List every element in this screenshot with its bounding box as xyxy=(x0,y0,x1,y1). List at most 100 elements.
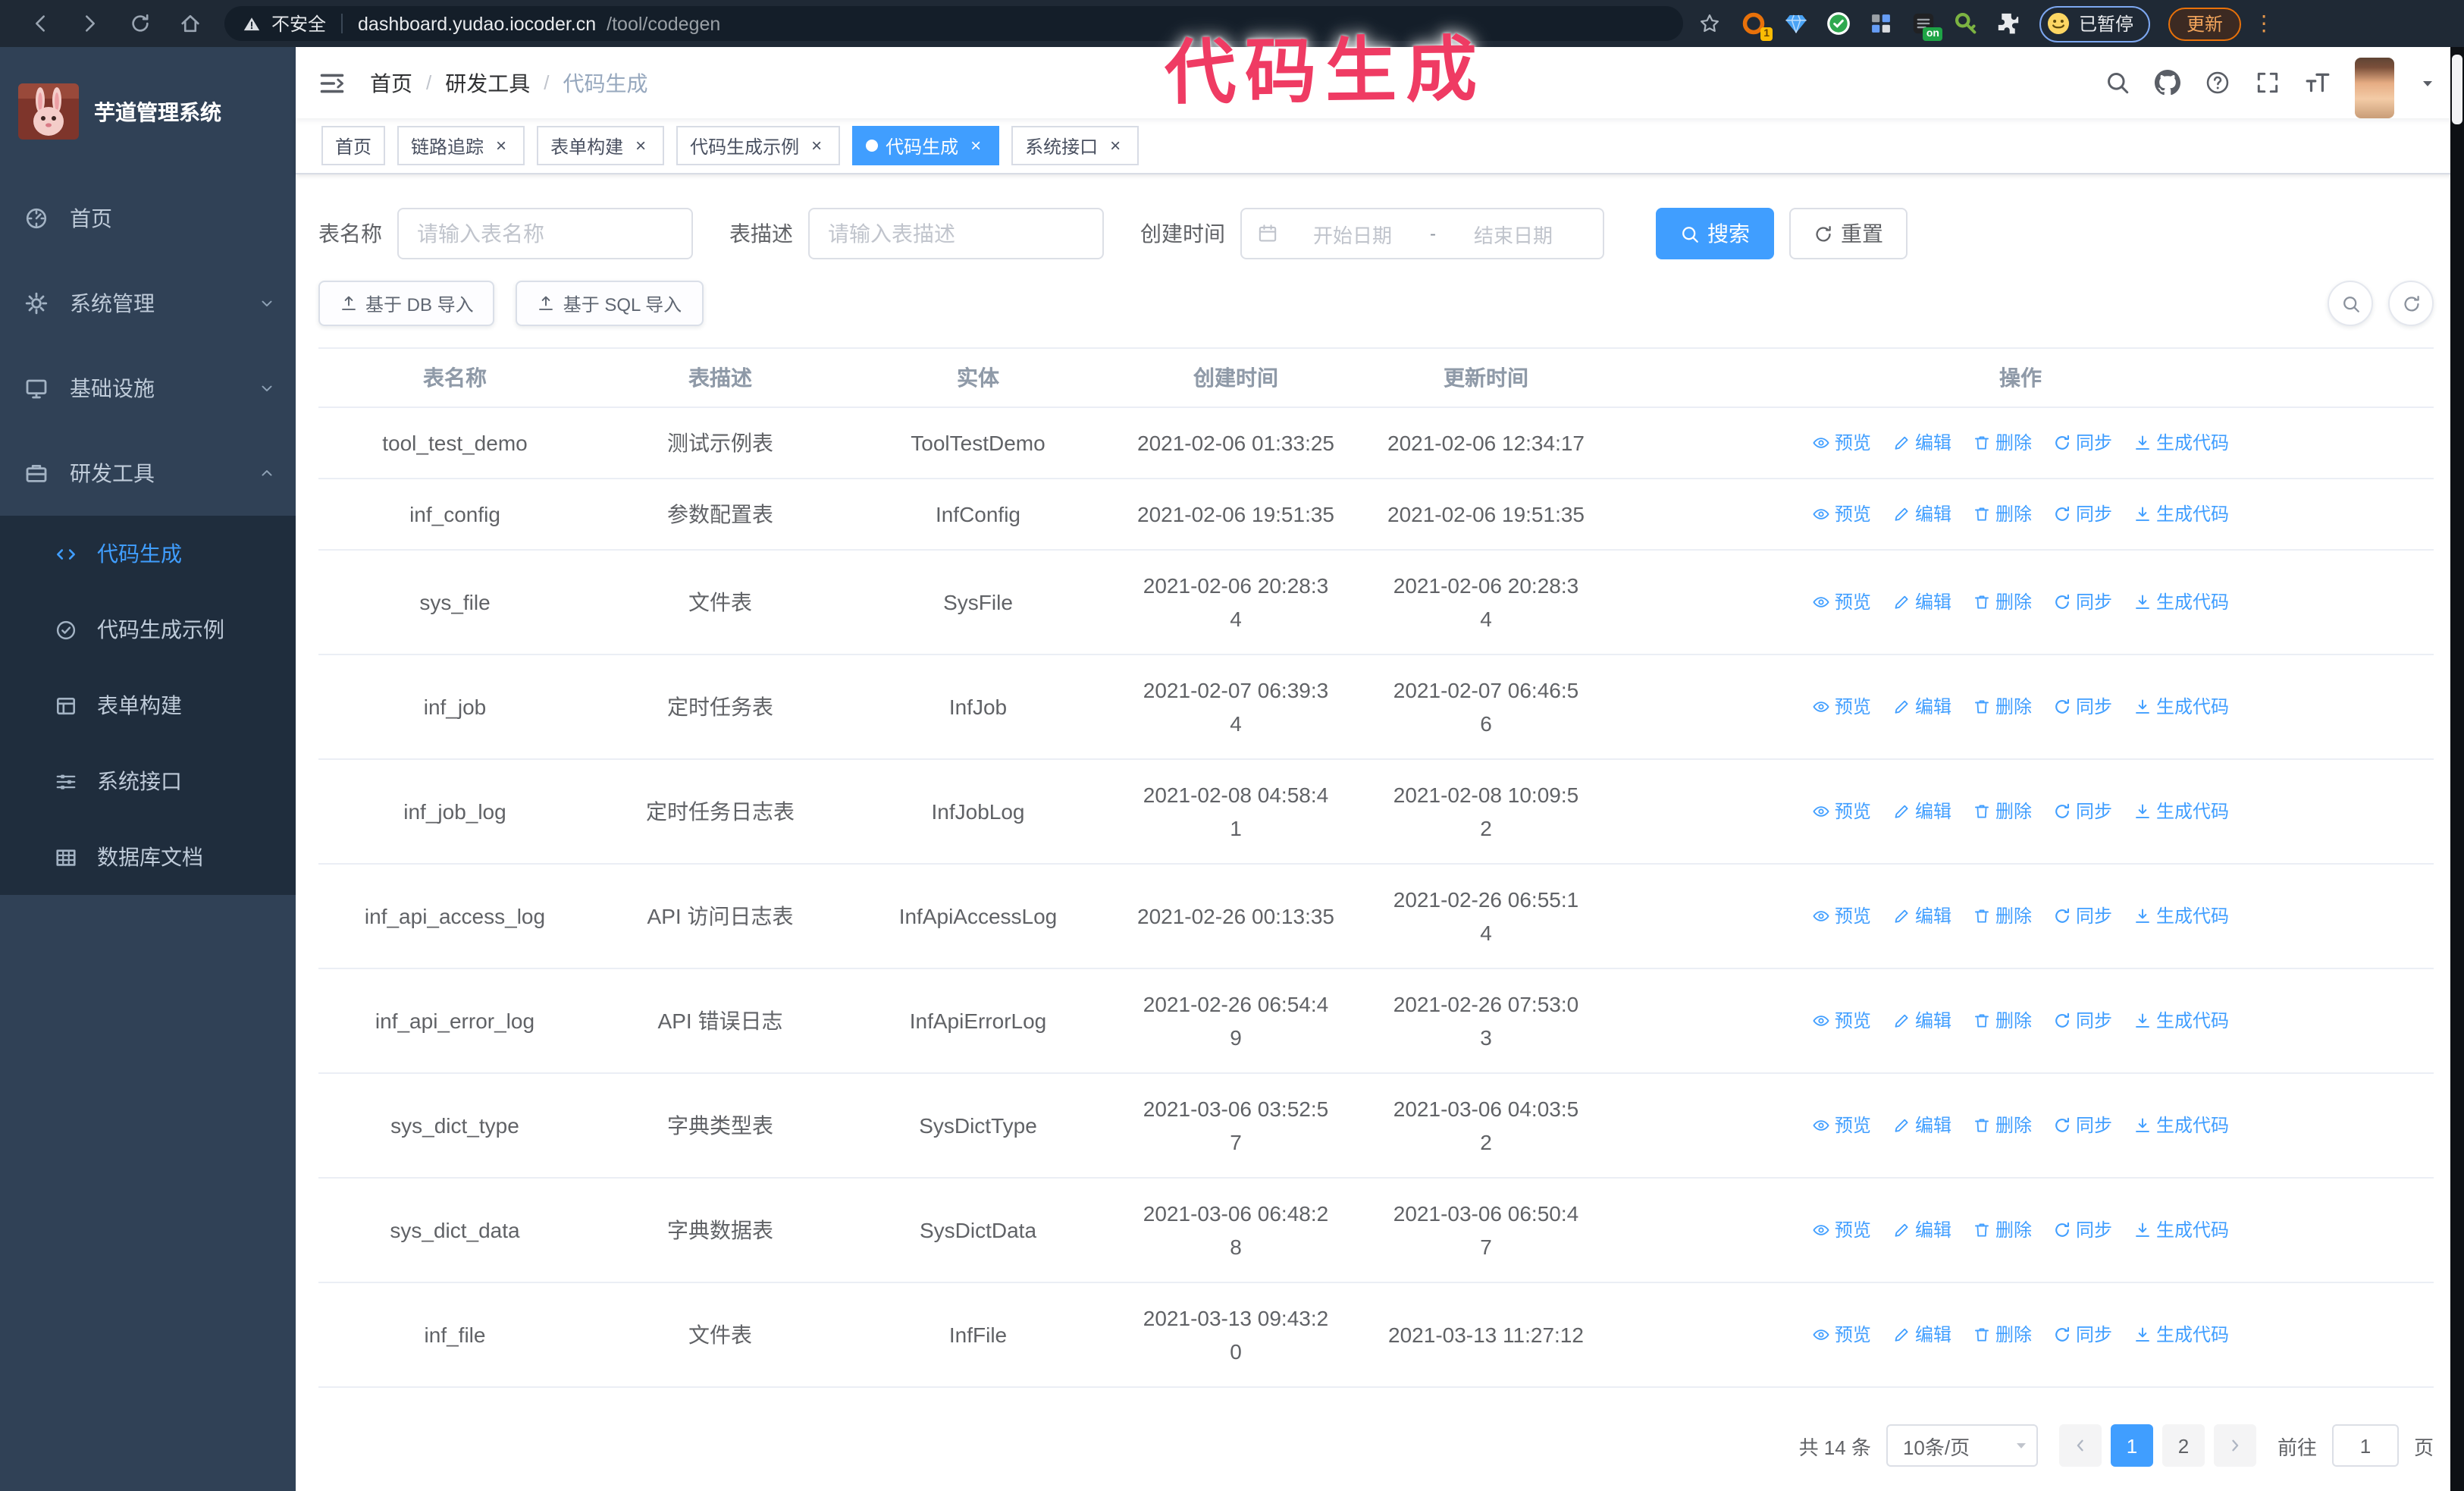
page-size-select[interactable]: 10条/页 xyxy=(1886,1424,2038,1467)
close-icon[interactable]: × xyxy=(966,136,986,155)
row-action-edit[interactable]: 编辑 xyxy=(1892,1109,1951,1142)
row-action-delete[interactable]: 删除 xyxy=(1973,1109,2032,1142)
row-action-download[interactable]: 生成代码 xyxy=(2133,690,2229,724)
row-action-eye[interactable]: 预览 xyxy=(1812,426,1871,460)
row-action-sync[interactable]: 同步 xyxy=(2053,498,2112,531)
row-action-delete[interactable]: 删除 xyxy=(1973,1318,2032,1351)
sidebar-subitem-0[interactable]: 代码生成 xyxy=(0,516,296,592)
next-page-button[interactable] xyxy=(2213,1424,2256,1467)
ext-orange-button[interactable]: 1 xyxy=(1741,11,1773,41)
page-scrollbar[interactable] xyxy=(2450,47,2464,1491)
bookmark-star-icon[interactable] xyxy=(1698,12,1721,35)
page-scrollbar-thumb[interactable] xyxy=(2452,55,2462,124)
table-name-input[interactable]: 请输入表名称 xyxy=(397,208,693,259)
row-action-delete[interactable]: 删除 xyxy=(1973,1004,2032,1037)
tab-0[interactable]: 首页 xyxy=(321,126,386,165)
date-range-picker[interactable]: 开始日期 - 结束日期 xyxy=(1240,208,1604,259)
ext-dark-app-button[interactable]: on xyxy=(1911,11,1942,41)
row-action-delete[interactable]: 删除 xyxy=(1973,899,2032,933)
sidebar-subitem-2[interactable]: 表单构建 xyxy=(0,667,296,743)
row-action-edit[interactable]: 编辑 xyxy=(1892,795,1951,828)
forward-icon[interactable] xyxy=(79,12,102,35)
row-action-edit[interactable]: 编辑 xyxy=(1892,1318,1951,1351)
row-action-sync[interactable]: 同步 xyxy=(2053,1213,2112,1247)
row-action-download[interactable]: 生成代码 xyxy=(2133,899,2229,933)
row-action-sync[interactable]: 同步 xyxy=(2053,795,2112,828)
logo-row[interactable]: 芋道管理系统 xyxy=(0,47,296,176)
row-action-sync[interactable]: 同步 xyxy=(2053,426,2112,460)
row-action-delete[interactable]: 删除 xyxy=(1973,426,2032,460)
ext-green-check-button[interactable] xyxy=(1826,11,1851,36)
row-action-download[interactable]: 生成代码 xyxy=(2133,795,2229,828)
profile-chip[interactable]: 已暂停 xyxy=(2039,5,2151,42)
row-action-edit[interactable]: 编辑 xyxy=(1892,498,1951,531)
breadcrumb-item[interactable]: 首页 xyxy=(370,67,412,98)
help-icon[interactable] xyxy=(2205,70,2230,96)
sidebar-item-1[interactable]: 系统管理 xyxy=(0,261,296,346)
table-desc-input[interactable]: 请输入表描述 xyxy=(808,208,1104,259)
row-action-eye[interactable]: 预览 xyxy=(1812,1004,1871,1037)
close-icon[interactable]: × xyxy=(631,136,650,155)
row-action-sync[interactable]: 同步 xyxy=(2053,1318,2112,1351)
row-action-download[interactable]: 生成代码 xyxy=(2133,1004,2229,1037)
row-action-delete[interactable]: 删除 xyxy=(1973,690,2032,724)
ext-grid-button[interactable] xyxy=(1868,11,1894,36)
breadcrumb-item[interactable]: 研发工具 xyxy=(445,67,530,98)
tab-1[interactable]: 链路追踪 × xyxy=(397,126,525,165)
row-action-delete[interactable]: 删除 xyxy=(1973,585,2032,619)
row-action-sync[interactable]: 同步 xyxy=(2053,1004,2112,1037)
import-db-button[interactable]: 基于 DB 导入 xyxy=(318,281,495,326)
browser-menu-icon[interactable]: ⋮ xyxy=(2253,11,2274,36)
caret-down-icon[interactable] xyxy=(2419,74,2437,92)
page-button-1[interactable]: 1 xyxy=(2110,1424,2153,1467)
fullscreen-icon[interactable] xyxy=(2255,70,2281,96)
home-icon[interactable] xyxy=(179,12,202,35)
row-action-edit[interactable]: 编辑 xyxy=(1892,1004,1951,1037)
row-action-eye[interactable]: 预览 xyxy=(1812,690,1871,724)
row-action-download[interactable]: 生成代码 xyxy=(2133,498,2229,531)
close-icon[interactable]: × xyxy=(807,136,826,155)
reset-button[interactable]: 重置 xyxy=(1789,208,1908,259)
row-action-sync[interactable]: 同步 xyxy=(2053,690,2112,724)
row-action-edit[interactable]: 编辑 xyxy=(1892,1213,1951,1247)
row-action-download[interactable]: 生成代码 xyxy=(2133,585,2229,619)
ext-green-key-button[interactable] xyxy=(1953,11,1979,36)
extensions-puzzle-button[interactable] xyxy=(1995,11,2021,36)
sidebar-item-2[interactable]: 基础设施 xyxy=(0,346,296,431)
row-action-eye[interactable]: 预览 xyxy=(1812,1318,1871,1351)
row-action-eye[interactable]: 预览 xyxy=(1812,795,1871,828)
sidebar-subitem-1[interactable]: 代码生成示例 xyxy=(0,592,296,667)
row-action-eye[interactable]: 预览 xyxy=(1812,585,1871,619)
row-action-download[interactable]: 生成代码 xyxy=(2133,1109,2229,1142)
row-action-download[interactable]: 生成代码 xyxy=(2133,426,2229,460)
sidebar-subitem-4[interactable]: 数据库文档 xyxy=(0,819,296,895)
hamburger-icon[interactable] xyxy=(318,69,346,96)
search-button[interactable]: 搜索 xyxy=(1656,208,1774,259)
update-button[interactable]: 更新 xyxy=(2168,7,2242,40)
tab-5[interactable]: 系统接口 × xyxy=(1011,126,1140,165)
row-action-download[interactable]: 生成代码 xyxy=(2133,1213,2229,1247)
row-action-edit[interactable]: 编辑 xyxy=(1892,426,1951,460)
row-action-download[interactable]: 生成代码 xyxy=(2133,1318,2229,1351)
row-action-eye[interactable]: 预览 xyxy=(1812,1109,1871,1142)
close-icon[interactable]: × xyxy=(1105,136,1125,155)
search-icon[interactable] xyxy=(2105,70,2130,96)
github-icon[interactable] xyxy=(2155,70,2180,96)
goto-page-input[interactable]: 1 xyxy=(2331,1424,2399,1467)
row-action-sync[interactable]: 同步 xyxy=(2053,585,2112,619)
row-action-eye[interactable]: 预览 xyxy=(1812,899,1871,933)
page-button-2[interactable]: 2 xyxy=(2161,1424,2205,1467)
reload-icon[interactable] xyxy=(129,12,152,35)
close-icon[interactable]: × xyxy=(491,136,511,155)
toggle-search-button[interactable] xyxy=(2328,281,2373,326)
row-action-edit[interactable]: 编辑 xyxy=(1892,690,1951,724)
row-action-sync[interactable]: 同步 xyxy=(2053,899,2112,933)
user-avatar[interactable] xyxy=(2355,58,2394,118)
font-size-icon[interactable] xyxy=(2305,70,2331,96)
tab-2[interactable]: 表单构建 × xyxy=(537,126,665,165)
row-action-delete[interactable]: 删除 xyxy=(1973,1213,2032,1247)
prev-page-button[interactable] xyxy=(2058,1424,2102,1467)
row-action-delete[interactable]: 删除 xyxy=(1973,498,2032,531)
sidebar-item-3[interactable]: 研发工具 xyxy=(0,431,296,516)
sidebar-item-0[interactable]: 首页 xyxy=(0,176,296,261)
